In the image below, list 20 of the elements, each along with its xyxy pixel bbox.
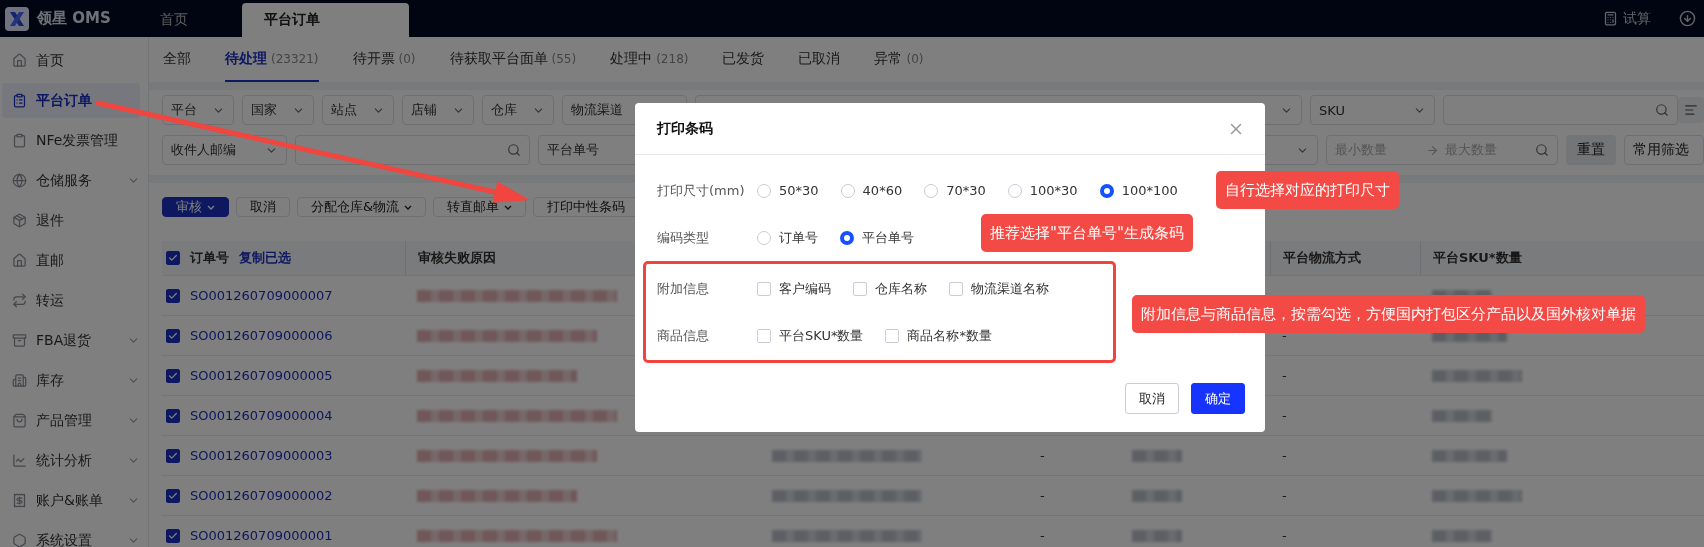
annotation-callout: 自行选择对应的打印尺寸 [1216,171,1399,209]
annotation-callout: 附加信息与商品信息，按需勾选，方便国内打包区分产品以及国外核对单据 [1132,295,1645,333]
brand-name: 领星 OMS [37,9,111,28]
table-cell: - [1040,488,1045,503]
field-label: 编码类型 [657,228,710,247]
table-cell: - [1040,448,1045,463]
table-cell: - [1282,488,1287,503]
table-cell: - [1282,408,1287,423]
table-cell: - [1282,368,1287,383]
column-header: 审核失败原因 [418,249,496,267]
column-header: 订单号 [190,249,229,267]
table-cell: - [1040,528,1045,543]
table-cell: - [1282,528,1287,543]
field-label: 附加信息 [657,279,710,298]
field-label: 商品信息 [657,326,710,345]
column-header: 平台物流方式 [1283,249,1361,267]
column-header: 平台SKU*数量 [1433,249,1522,267]
annotation-callout: 推荐选择"平台单号"生成条码 [981,214,1193,252]
field-label: 打印尺寸(mm) [657,181,746,200]
table-cell: - [1282,448,1287,463]
